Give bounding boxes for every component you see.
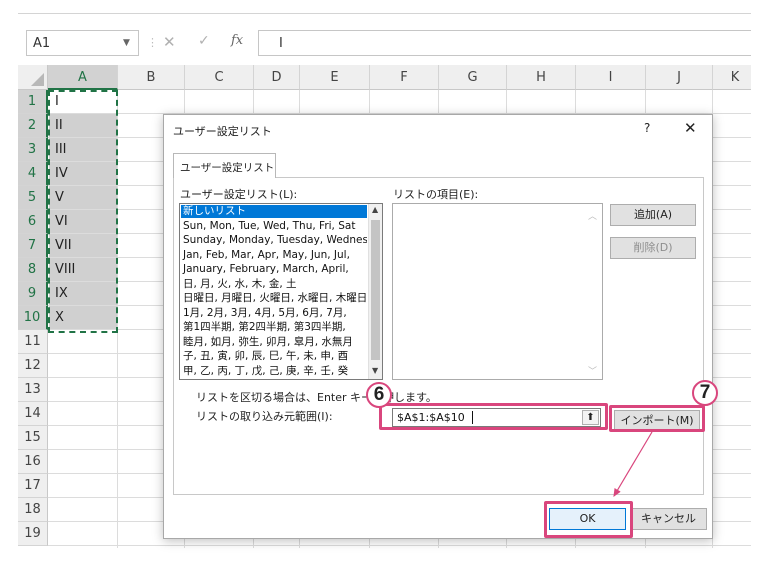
cell-a2[interactable]: II <box>49 114 117 137</box>
select-all-icon <box>31 73 44 86</box>
custom-list-item[interactable]: 日, 月, 火, 水, 木, 金, 土 <box>181 278 367 291</box>
custom-list-item[interactable]: Jan, Feb, Mar, Apr, May, Jun, Jul, <box>181 249 367 262</box>
row-header-2[interactable]: 2 <box>18 114 48 138</box>
delete-button[interactable]: 削除(D) <box>610 237 696 259</box>
custom-list-item[interactable]: 第1四半期, 第2四半期, 第3四半期, <box>181 321 367 334</box>
custom-list-item[interactable]: 日曜日, 月曜日, 火曜日, 水曜日, 木曜日 <box>181 292 367 305</box>
cancel-icon[interactable]: ✕ <box>163 33 176 51</box>
column-header-b[interactable]: B <box>118 65 185 90</box>
gridline-vertical <box>117 90 118 548</box>
row-header-16[interactable]: 16 <box>18 450 48 474</box>
column-header-g[interactable]: G <box>439 65 507 90</box>
cell-a7[interactable]: VII <box>49 234 117 257</box>
cell-a4[interactable]: IV <box>49 162 117 185</box>
hint-text: リストを区切る場合は、Enter キーを押します。 <box>196 391 437 404</box>
scroll-up-icon: ︿ <box>587 212 597 222</box>
row-header-17[interactable]: 17 <box>18 474 48 498</box>
close-icon[interactable]: ✕ <box>684 119 697 137</box>
column-header-h[interactable]: H <box>507 65 576 90</box>
scroll-up-icon[interactable]: ▲ <box>372 205 378 214</box>
row-header-5[interactable]: 5 <box>18 186 48 210</box>
column-header-a[interactable]: A <box>48 65 118 90</box>
custom-list-item[interactable]: 新しいリスト <box>181 205 367 218</box>
scroll-thumb[interactable] <box>371 220 380 360</box>
collapse-dialog-icon[interactable]: ⬆ <box>582 410 599 425</box>
row-header-13[interactable]: 13 <box>18 378 48 402</box>
cell-a5[interactable]: V <box>49 186 117 209</box>
gridline-horizontal <box>48 545 751 546</box>
custom-lists-listbox[interactable]: 新しいリスト Sun, Mon, Tue, Wed, Thu, Fri, Sat S… <box>179 203 383 380</box>
scroll-down-icon: ﹀ <box>587 367 597 377</box>
cell-a6[interactable]: VI <box>49 210 117 233</box>
import-range-label: リストの取り込み元範囲(I): <box>196 410 333 423</box>
custom-list-item[interactable]: Sun, Mon, Tue, Wed, Thu, Fri, Sat <box>181 220 367 233</box>
step-6-badge: 6 <box>366 382 392 408</box>
cancel-button[interactable]: キャンセル <box>630 508 707 530</box>
row-header-10[interactable]: 10 <box>18 306 48 330</box>
list-entries-textarea[interactable]: ︿ ﹀ <box>392 203 603 380</box>
import-range-value: $A$1:$A$10 <box>397 411 465 424</box>
row-header-9[interactable]: 9 <box>18 282 48 306</box>
row-header-19[interactable]: 19 <box>18 522 48 546</box>
cell-a10[interactable]: X <box>49 306 117 329</box>
import-button[interactable]: インポート(M) <box>614 410 700 432</box>
ribbon-edge <box>18 0 751 14</box>
custom-list-item[interactable]: 睦月, 如月, 弥生, 卯月, 皐月, 水無月 <box>181 336 367 349</box>
cell-a3[interactable]: III <box>49 138 117 161</box>
custom-lists-label: ユーザー設定リスト(L): <box>180 188 298 201</box>
custom-list-item[interactable]: 1月, 2月, 3月, 4月, 5月, 6月, 7月, <box>181 307 367 320</box>
grip-icon: ⋮ <box>147 36 158 49</box>
tab-user-lists[interactable]: ユーザー設定リスト <box>173 153 276 178</box>
help-icon[interactable]: ? <box>644 121 650 135</box>
custom-list-item[interactable]: 子, 丑, 寅, 卯, 辰, 巳, 午, 未, 申, 酉 <box>181 350 367 363</box>
row-header-15[interactable]: 15 <box>18 426 48 450</box>
row-header-6[interactable]: 6 <box>18 210 48 234</box>
custom-list-item[interactable]: 甲, 乙, 丙, 丁, 戊, 己, 庚, 辛, 壬, 癸 <box>181 365 367 378</box>
name-box[interactable]: A1 ▼ <box>26 30 139 56</box>
column-header-c[interactable]: C <box>185 65 254 90</box>
column-header-d[interactable]: D <box>254 65 300 90</box>
scroll-down-icon[interactable]: ▼ <box>372 366 378 375</box>
column-header-e[interactable]: E <box>300 65 370 90</box>
dialog-title: ユーザー設定リスト <box>173 125 272 138</box>
custom-list-item[interactable]: Sunday, Monday, Tuesday, Wednesday <box>181 234 367 247</box>
custom-list-item[interactable]: January, February, March, April, <box>181 263 367 276</box>
cell-a9[interactable]: IX <box>49 282 117 305</box>
custom-lists-dialog: ユーザー設定リスト ? ✕ ユーザー設定リスト ユーザー設定リスト(L): リス… <box>163 114 713 539</box>
cell-a1[interactable]: I <box>49 90 117 113</box>
row-header-11[interactable]: 11 <box>18 330 48 354</box>
row-header-8[interactable]: 8 <box>18 258 48 282</box>
import-range-input[interactable]: $A$1:$A$10 ⬆ <box>392 408 601 427</box>
ok-button[interactable]: OK <box>549 508 626 530</box>
row-header-7[interactable]: 7 <box>18 234 48 258</box>
column-header-j[interactable]: J <box>646 65 713 90</box>
lists-scrollbar[interactable]: ▲ ▼ <box>368 204 382 379</box>
enter-check-icon[interactable]: ✓ <box>198 33 210 49</box>
select-all-corner[interactable] <box>18 65 48 90</box>
chevron-down-icon[interactable]: ▼ <box>123 38 130 48</box>
step-7-badge: 7 <box>692 380 718 406</box>
row-header-1[interactable]: 1 <box>18 90 48 114</box>
add-button[interactable]: 追加(A) <box>610 204 696 226</box>
row-header-4[interactable]: 4 <box>18 162 48 186</box>
insert-function-icon[interactable]: fx <box>231 33 243 48</box>
text-caret <box>472 411 473 424</box>
cell-a8[interactable]: VIII <box>49 258 117 281</box>
row-header-18[interactable]: 18 <box>18 498 48 522</box>
formula-input[interactable]: I <box>258 30 751 56</box>
row-header-14[interactable]: 14 <box>18 402 48 426</box>
column-header-k[interactable]: K <box>713 65 751 90</box>
name-box-value: A1 <box>33 36 51 51</box>
formula-value: I <box>279 36 283 51</box>
column-header-i[interactable]: I <box>576 65 646 90</box>
list-entries-label: リストの項目(E): <box>393 188 479 201</box>
row-header-12[interactable]: 12 <box>18 354 48 378</box>
formula-bar: A1 ▼ ⋮ ✕ ✓ fx I <box>18 24 751 62</box>
column-header-f[interactable]: F <box>370 65 439 90</box>
row-header-3[interactable]: 3 <box>18 138 48 162</box>
